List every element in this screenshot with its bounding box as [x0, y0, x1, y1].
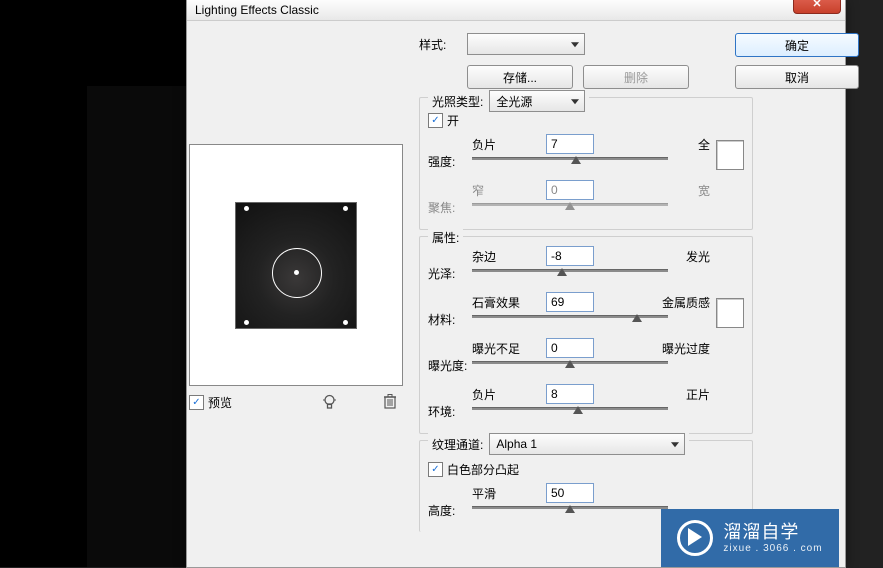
style-dropdown[interactable] [467, 33, 585, 55]
gloss-row: 光泽: 杂边 -8 发光 [428, 247, 744, 287]
ambience-value[interactable]: 8 [546, 384, 594, 404]
properties-legend: 属性: [428, 229, 463, 246]
texture-channel-label: 纹理通道: [432, 436, 483, 453]
material-left: 石膏效果 [472, 294, 532, 311]
gloss-label: 光泽: [428, 247, 472, 282]
preview-image [235, 202, 357, 329]
preview-checkbox[interactable]: ✓ [189, 395, 204, 410]
preview-controls-row: ✓ 预览 [189, 391, 401, 413]
dialog-title: Lighting Effects Classic [195, 3, 319, 17]
material-thumb[interactable] [632, 314, 642, 322]
ambience-label: 环境: [428, 385, 472, 420]
exposure-thumb[interactable] [565, 360, 575, 368]
height-thumb[interactable] [565, 505, 575, 513]
ambience-slider[interactable] [472, 407, 668, 410]
ambience-thumb[interactable] [573, 406, 583, 414]
close-button[interactable]: ✕ [793, 0, 841, 14]
watermark-logo-icon [677, 520, 713, 556]
light-type-section: 光照类型: 全光源 ✓ 开 强度: 负片 7 全 [419, 97, 753, 230]
focus-label: 聚焦: [428, 181, 472, 216]
preview-frame[interactable] [189, 144, 403, 386]
properties-section: 属性: 光泽: 杂边 -8 发光 [419, 236, 753, 434]
preview-label: 预览 [208, 394, 232, 411]
exposure-left: 曝光不足 [472, 340, 532, 357]
exposure-row: 曝光度: 曝光不足 0 曝光过度 [428, 339, 744, 379]
right-panel: 样式: 存储... 删除 光照类型: 全光源 ✓ 开 强度: [419, 33, 839, 538]
light-color-swatch[interactable] [716, 140, 744, 170]
delete-style-button: 删除 [583, 65, 689, 89]
ambience-color-swatch[interactable] [716, 298, 744, 328]
intensity-left: 负片 [472, 136, 532, 153]
titlebar: Lighting Effects Classic ✕ [187, 0, 845, 21]
material-value[interactable]: 69 [546, 292, 594, 312]
intensity-right: 全 [594, 136, 712, 153]
watermark-sub: zixue . 3066 . com [723, 543, 822, 555]
intensity-thumb[interactable] [571, 156, 581, 164]
exposure-right: 曝光过度 [594, 340, 712, 357]
exposure-value[interactable]: 0 [546, 338, 594, 358]
ambience-right: 正片 [594, 386, 712, 403]
light-handle-bl[interactable] [244, 320, 249, 325]
focus-row: 聚焦: 窄 0 宽 [428, 181, 744, 221]
watermark-text: 溜溜自学 zixue . 3066 . com [723, 522, 822, 554]
light-type-dropdown[interactable]: 全光源 [489, 90, 585, 112]
gloss-thumb[interactable] [557, 268, 567, 276]
white-high-row: ✓ 白色部分凸起 [428, 461, 744, 478]
exposure-label: 曝光度: [428, 339, 472, 374]
material-label: 材料: [428, 293, 472, 328]
intensity-label: 强度: [428, 135, 472, 170]
height-value[interactable]: 50 [546, 483, 594, 503]
light-handle-tl[interactable] [244, 206, 249, 211]
focus-thumb [565, 202, 575, 210]
light-type-label: 光照类型: [432, 93, 483, 110]
focus-left: 窄 [472, 182, 532, 199]
on-checkbox[interactable]: ✓ [428, 113, 443, 128]
gloss-left: 杂边 [472, 248, 532, 265]
save-style-button[interactable]: 存储... [467, 65, 573, 89]
intensity-value[interactable]: 7 [546, 134, 594, 154]
ambience-row: 环境: 负片 8 正片 [428, 385, 744, 425]
exposure-slider[interactable] [472, 361, 668, 364]
watermark-brand: 溜溜自学 [723, 522, 822, 543]
height-label: 高度: [428, 484, 472, 519]
intensity-slider[interactable] [472, 157, 668, 160]
focus-value: 0 [546, 180, 594, 200]
on-row: ✓ 开 [428, 112, 744, 129]
gloss-value[interactable]: -8 [546, 246, 594, 266]
style-row: 样式: [419, 33, 839, 55]
height-left: 平滑 [472, 485, 532, 502]
white-high-label: 白色部分凸起 [447, 461, 519, 478]
close-icon: ✕ [812, 0, 821, 10]
material-row: 材料: 石膏效果 69 金属质感 [428, 293, 744, 333]
canvas-area [87, 86, 197, 567]
focus-right: 宽 [594, 182, 712, 199]
light-handle-br[interactable] [343, 320, 348, 325]
gloss-right: 发光 [594, 248, 712, 265]
style-label: 样式: [419, 36, 467, 53]
light-center-handle[interactable] [294, 270, 299, 275]
material-slider[interactable] [472, 315, 668, 318]
watermark: 溜溜自学 zixue . 3066 . com [661, 509, 839, 567]
height-slider[interactable] [472, 506, 668, 509]
light-bulb-icon[interactable] [320, 393, 338, 411]
lighting-effects-dialog: Lighting Effects Classic ✕ ✓ 预览 [186, 0, 846, 568]
material-right: 金属质感 [594, 294, 712, 311]
intensity-row: 强度: 负片 7 全 [428, 135, 744, 175]
light-handle-tr[interactable] [343, 206, 348, 211]
focus-slider [472, 203, 668, 206]
texture-channel-dropdown[interactable]: Alpha 1 [489, 433, 685, 455]
gloss-slider[interactable] [472, 269, 668, 272]
white-high-checkbox[interactable]: ✓ [428, 462, 443, 477]
dialog-body: ✓ 预览 确定 取消 样式: 存储... 删除 [187, 21, 845, 568]
trash-icon[interactable] [381, 393, 399, 411]
save-delete-row: 存储... 删除 [467, 65, 839, 89]
on-label: 开 [447, 112, 459, 129]
ambience-left: 负片 [472, 386, 532, 403]
